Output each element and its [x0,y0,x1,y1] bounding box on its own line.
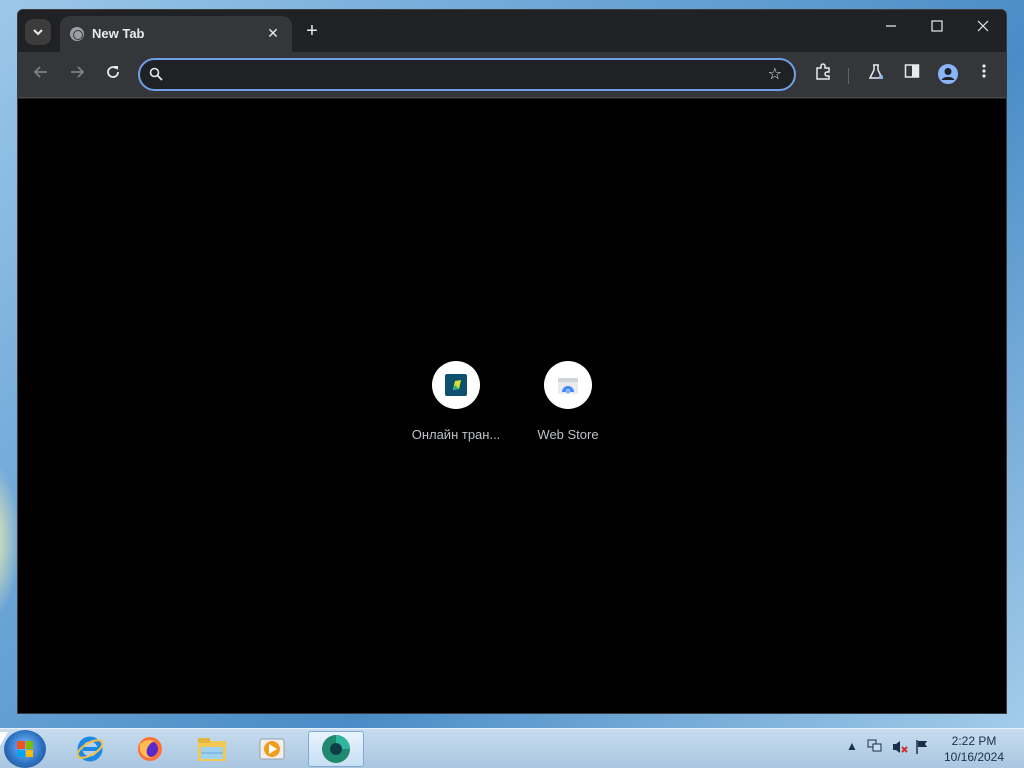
translation-app-icon [445,374,467,396]
taskbar-app-chrome[interactable] [308,731,364,767]
windows-logo-icon [17,741,33,757]
taskbar-app-internet-explorer[interactable] [62,731,118,767]
minimize-button[interactable] [868,10,914,42]
shortcut-icon-circle [544,361,592,409]
side-panel-icon [904,64,920,78]
taskbar-app-file-explorer[interactable] [184,731,240,767]
bookmark-star-icon[interactable]: ☆ [768,65,782,85]
clock-time: 2:22 PM [951,734,997,748]
chevron-down-icon [33,29,43,36]
volume-muted-icon[interactable] [891,739,909,758]
address-input[interactable] [172,64,752,86]
arrow-right-icon [71,66,85,78]
tab-strip: New Tab ✕ + [18,10,1006,52]
search-icon [149,67,163,81]
chrome-dev-icon [322,735,350,763]
tab-close-icon[interactable]: ✕ [264,24,282,42]
chrome-web-store-icon [558,378,578,394]
taskbar: ▲ 2:22 PM 10/16/2024 [0,728,1024,768]
new-tab-page: Онлайн тран... Web Store [18,99,1006,713]
taskbar-app-media-player[interactable] [244,731,300,767]
shortcut-icon-circle [432,361,480,409]
minimize-icon [886,25,896,27]
system-clock[interactable]: 2:22 PM 10/16/2024 [938,733,1010,765]
menu-button[interactable] [972,63,996,87]
tab-new-tab[interactable]: New Tab ✕ [60,16,292,52]
show-hidden-icons-button[interactable]: ▲ [846,739,858,753]
tab-search-button[interactable] [25,19,51,45]
maximize-icon [931,20,943,32]
more-vert-icon [982,64,986,78]
close-icon [977,20,989,32]
avatar-icon [938,64,958,84]
new-tab-button[interactable]: + [300,20,324,44]
maximize-button[interactable] [914,10,960,42]
shortcut-tile[interactable]: Онлайн тран... [401,361,511,442]
reload-button[interactable] [101,63,125,87]
mouse-cursor [0,732,8,746]
start-button[interactable] [4,730,46,768]
toolbar-divider [848,68,849,84]
labs-button[interactable] [864,63,888,87]
globe-icon [70,27,84,41]
network-icon[interactable] [867,739,883,756]
browser-toolbar: ☆ [18,52,1006,98]
address-bar[interactable]: ☆ [138,58,796,91]
media-player-icon [259,738,285,760]
firefox-icon [138,737,162,761]
forward-button[interactable] [65,63,89,87]
close-window-button[interactable] [960,10,1006,42]
internet-explorer-icon [76,736,104,762]
puzzle-icon [816,63,830,80]
reload-icon [107,66,119,78]
shortcut-label: Онлайн тран... [411,427,501,442]
shortcut-tile[interactable]: Web Store [513,361,623,442]
tab-title: New Tab [92,26,145,41]
shortcut-label: Web Store [537,427,599,442]
clock-date: 10/16/2024 [943,750,1005,764]
file-explorer-icon [198,738,226,761]
arrow-left-icon [33,66,47,78]
browser-window: New Tab ✕ + ☆ Онлайн тран... Web Store [17,9,1007,714]
side-panel-button[interactable] [900,63,924,87]
profile-button[interactable] [936,63,960,87]
flask-icon [868,64,884,79]
extensions-button[interactable] [811,63,835,87]
action-center-flag-icon[interactable] [915,739,929,758]
back-button[interactable] [29,63,53,87]
taskbar-app-firefox[interactable] [122,731,178,767]
